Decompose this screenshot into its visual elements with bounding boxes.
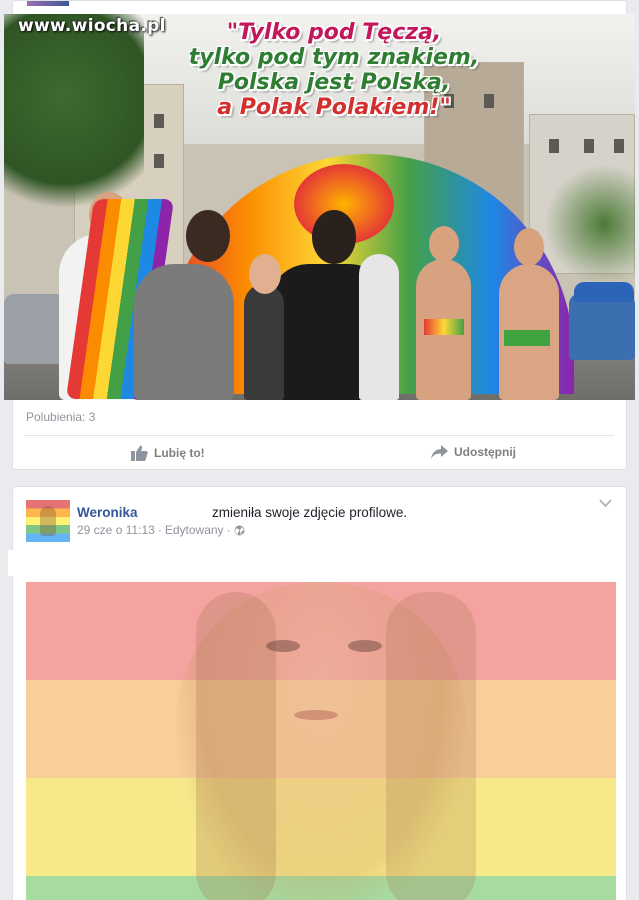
portrait-eye bbox=[266, 640, 300, 652]
like-button[interactable]: Lubię to! bbox=[131, 445, 205, 461]
author-name[interactable]: Weronika bbox=[77, 505, 138, 520]
photo-person-head bbox=[514, 228, 544, 266]
photo-car-roof bbox=[574, 282, 634, 302]
photo-person bbox=[359, 254, 399, 400]
slogan-line: a Polak Polakiem!" bbox=[217, 95, 452, 121]
slogan-overlay: "Tylko pod Tęczą, tylko pod tym znakiem,… bbox=[174, 20, 494, 121]
portrait-hair bbox=[196, 592, 276, 900]
slogan-line: Polska jest Polską, bbox=[217, 70, 451, 96]
divider bbox=[24, 435, 614, 436]
photo-window bbox=[154, 114, 164, 128]
photo-person-head bbox=[312, 210, 356, 264]
photo-rainbow-briefs bbox=[424, 319, 464, 335]
photo-window bbox=[614, 139, 624, 153]
photo-person bbox=[244, 284, 284, 400]
meta-separator: · bbox=[226, 523, 231, 537]
likes-count[interactable]: Polubienia: 3 bbox=[26, 410, 95, 424]
photo-window bbox=[584, 139, 594, 153]
post-action-text: zmieniła swoje zdjęcie profilowe. bbox=[212, 505, 408, 520]
portrait-hair bbox=[386, 592, 476, 900]
profile-photo-rainbow-filter[interactable] bbox=[26, 582, 616, 900]
photo-person bbox=[134, 264, 234, 400]
chevron-down-icon[interactable] bbox=[599, 499, 612, 508]
globe-icon[interactable] bbox=[234, 525, 245, 536]
portrait-eye bbox=[348, 640, 382, 652]
portrait-lips bbox=[294, 710, 338, 720]
thumbs-up-icon bbox=[131, 445, 148, 461]
photo-car bbox=[569, 294, 635, 360]
slogan-line: tylko pod tym znakiem, bbox=[188, 45, 480, 71]
post-timestamp[interactable]: 29 cze o 11:13 bbox=[77, 523, 155, 537]
photo-person-head bbox=[186, 210, 230, 262]
share-label: Udostępnij bbox=[454, 445, 516, 459]
post-photo-parade[interactable]: www.wiocha.pl "Tylko pod Tęczą, tylko po… bbox=[4, 14, 635, 400]
photo-window bbox=[549, 139, 559, 153]
edge-artifact bbox=[8, 550, 28, 576]
edited-label[interactable]: Edytowany bbox=[165, 523, 224, 537]
redaction-block bbox=[143, 501, 213, 521]
post-meta: 29 cze o 11:13 · Edytowany · bbox=[77, 523, 245, 537]
like-label: Lubię to! bbox=[154, 446, 205, 460]
watermark: www.wiocha.pl bbox=[18, 16, 166, 36]
photo-person-head bbox=[429, 226, 459, 262]
share-arrow-icon bbox=[431, 445, 448, 459]
photo-green-briefs bbox=[504, 330, 550, 346]
share-button[interactable]: Udostępnij bbox=[431, 445, 516, 459]
slogan-line: "Tylko pod Tęczą, bbox=[226, 20, 442, 46]
avatar[interactable] bbox=[26, 500, 70, 542]
photo-tree bbox=[544, 164, 635, 284]
profile-picture-post-card: Weronika zmieniła swoje zdjęcie profilow… bbox=[12, 486, 627, 900]
avatar-fragment bbox=[27, 1, 69, 6]
photo-person-head bbox=[249, 254, 281, 294]
meta-separator: · bbox=[157, 523, 162, 537]
photo-window bbox=[154, 154, 164, 168]
